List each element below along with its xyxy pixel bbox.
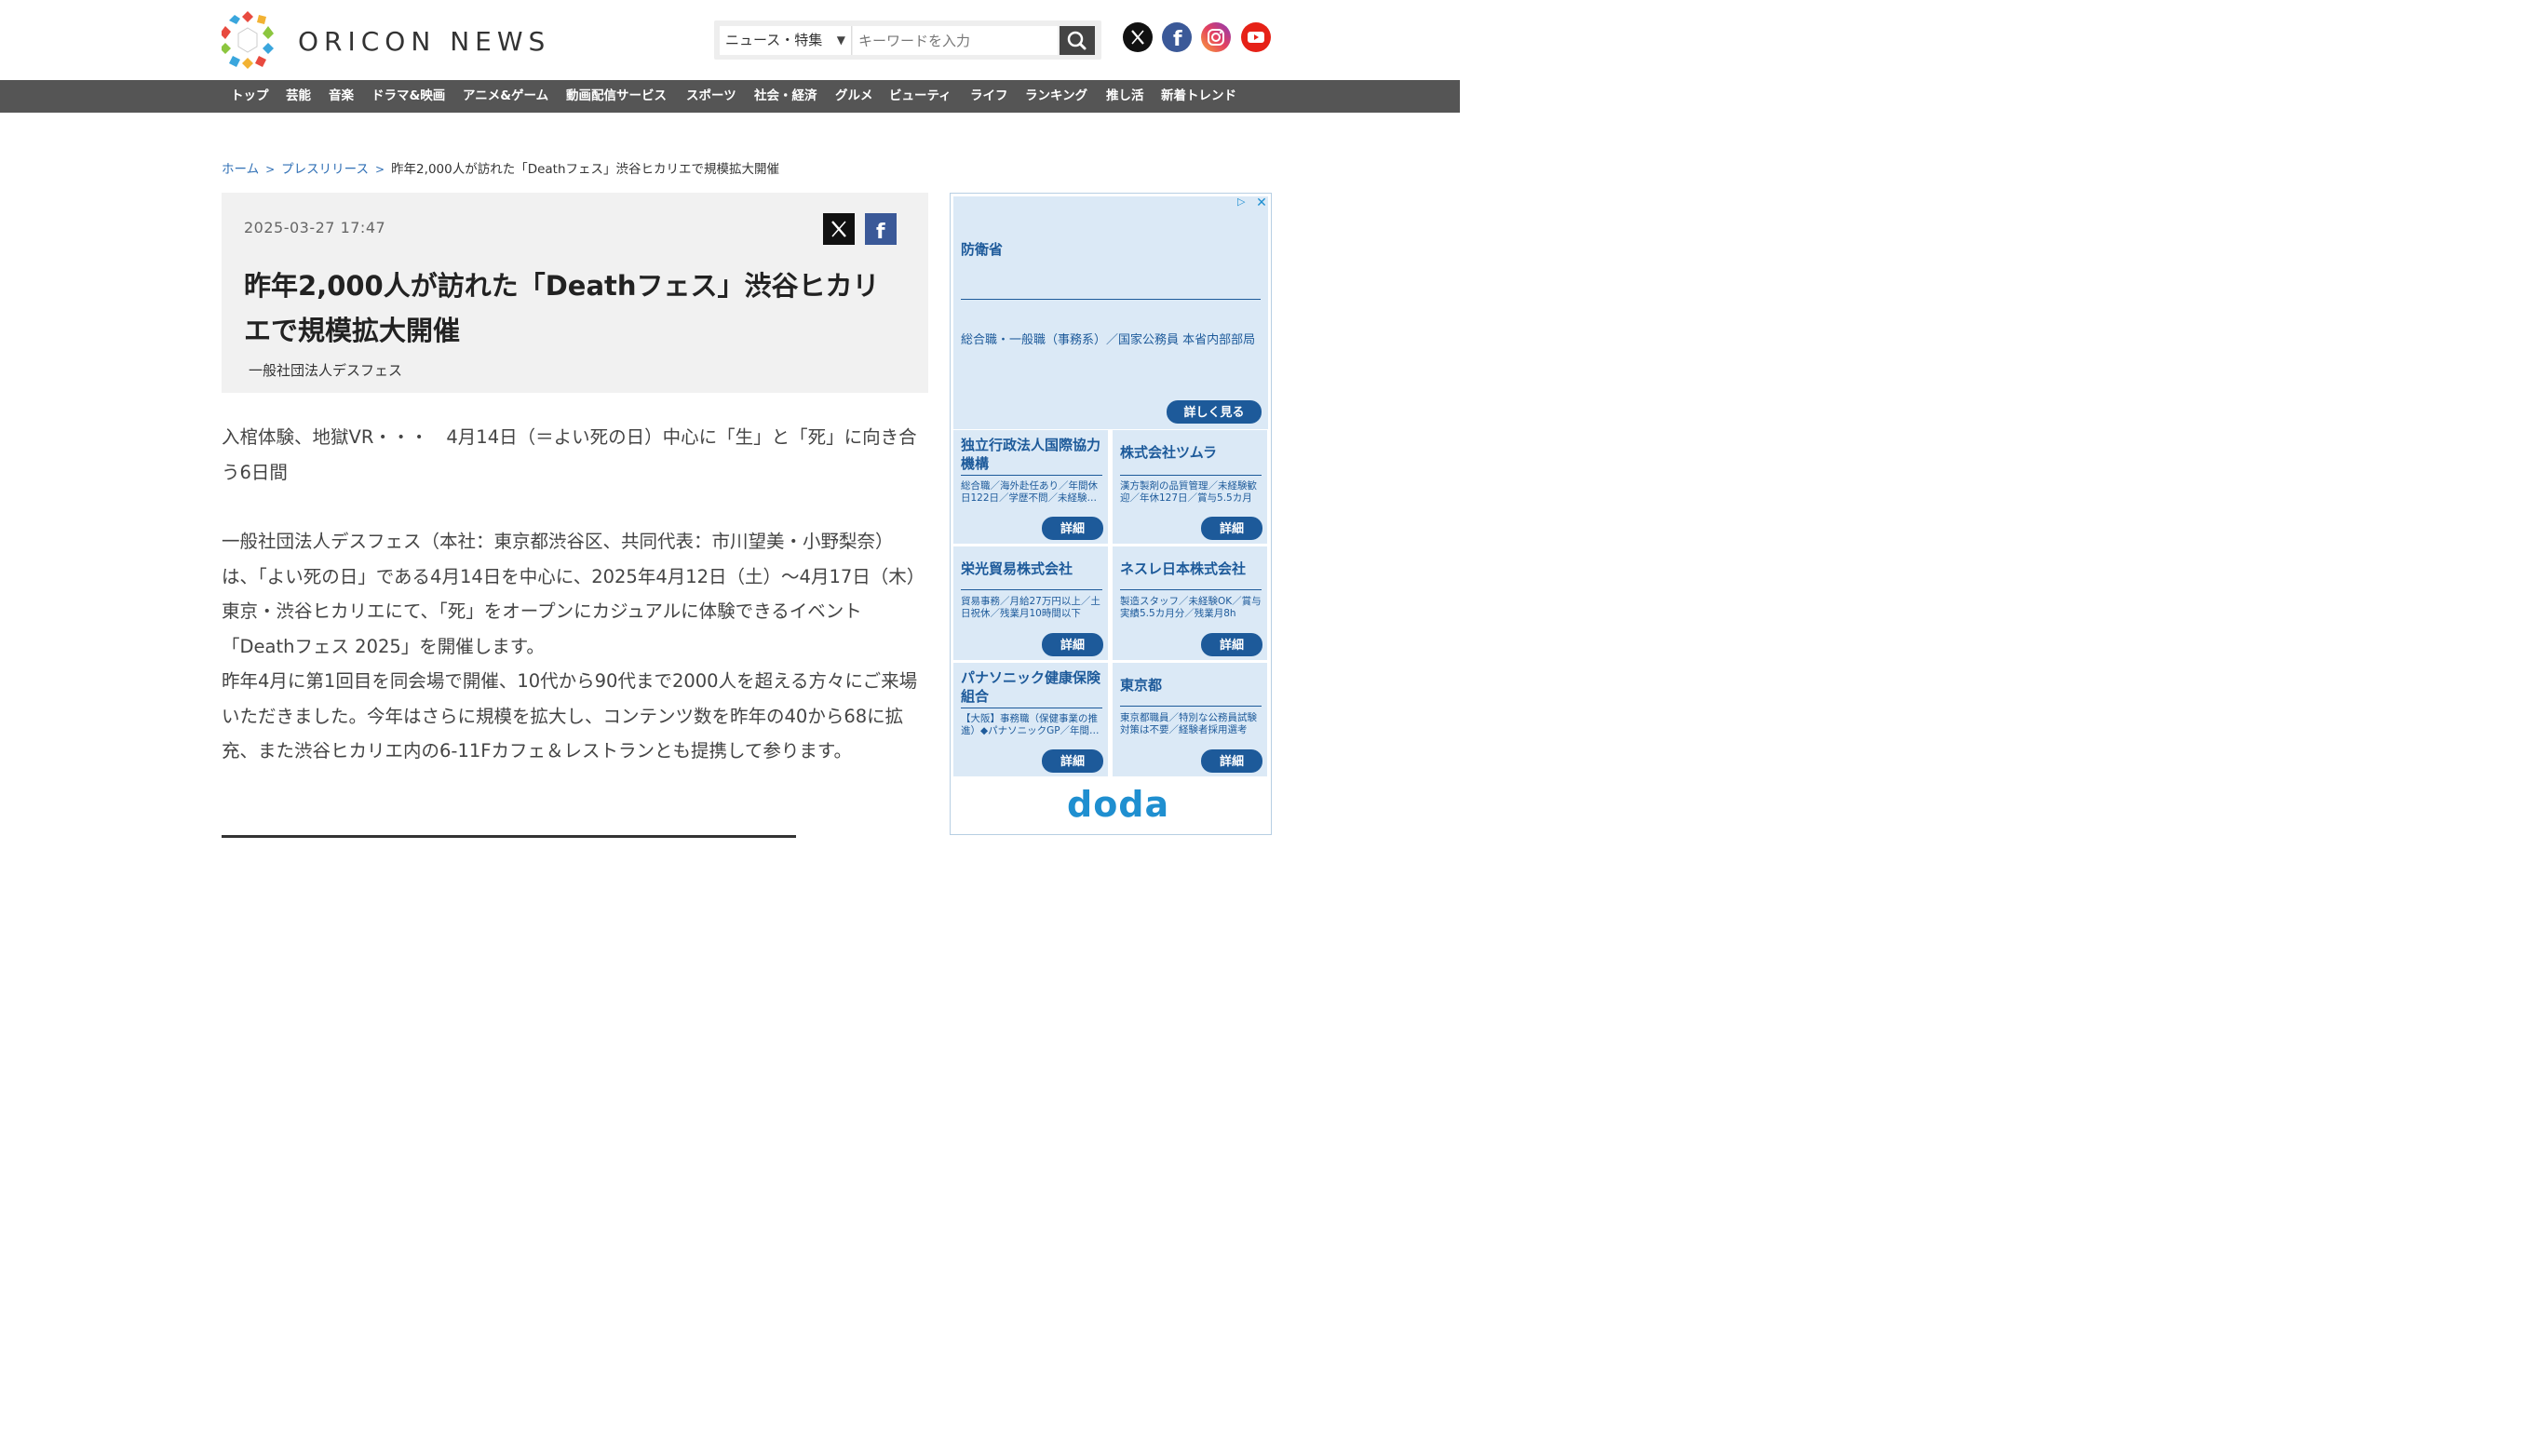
adchoices-icon[interactable]: ▷ bbox=[1237, 195, 1252, 209]
ad-job-desc: 東京都職員／特別な公務員試験対策は不要／経験者採用選考 bbox=[1120, 712, 1257, 735]
article-title: 昨年2,000人が訪れた「Deathフェス」渋谷ヒカリエで規模拡大開催 bbox=[244, 270, 880, 346]
ad-job-details-button[interactable]: 詳細 bbox=[1201, 517, 1262, 540]
divider bbox=[961, 299, 1261, 300]
ad-job-company: 栄光貿易株式会社 bbox=[961, 560, 1073, 577]
share-x-button[interactable] bbox=[823, 213, 855, 245]
nav-item-top[interactable]: トップ bbox=[231, 80, 269, 113]
breadcrumb-press-release-link[interactable]: プレスリリース bbox=[281, 162, 369, 177]
close-icon[interactable]: ✕ bbox=[1254, 195, 1269, 210]
search-icon bbox=[1067, 31, 1087, 50]
ad-footer[interactable]: doda bbox=[953, 778, 1268, 834]
breadcrumb-home-link[interactable]: ホーム bbox=[222, 162, 259, 177]
ad-featured-job[interactable]: 防衛省 総合職・一般職（事務系）／国家公務員 本省内部部局 詳しく見る bbox=[953, 196, 1268, 429]
facebook-icon: f bbox=[876, 221, 885, 244]
search-input[interactable] bbox=[853, 26, 1058, 55]
ad-job-cell[interactable]: 株式会社ツムラ 漢方製剤の品質管理／未経験歓迎／年休127日／賞与5.5カ月 詳… bbox=[1113, 430, 1267, 544]
ad-job-cell[interactable]: 栄光貿易株式会社 貿易事務／月給27万円以上／土日祝休／残業月10時間以下 詳細 bbox=[953, 546, 1108, 660]
svg-text:f: f bbox=[1173, 28, 1182, 51]
main-nav: トップ 芸能 音楽 ドラマ&映画 アニメ&ゲーム 動画配信サービス スポーツ 社… bbox=[0, 80, 1460, 113]
ad-job-details-button[interactable]: 詳細 bbox=[1042, 749, 1103, 773]
ad-job-company: 株式会社ツムラ bbox=[1120, 444, 1217, 461]
ad-job-desc: 製造スタッフ／未経験OK／賞与実績5.5カ月分／残業月8h bbox=[1120, 596, 1262, 619]
x-icon bbox=[1131, 30, 1144, 45]
ad-job-cell[interactable]: ネスレ日本株式会社 製造スタッフ／未経験OK／賞与実績5.5カ月分／残業月8h … bbox=[1113, 546, 1267, 660]
article-paragraph: 昨年4月に第1回目を同会場で開催、10代から90代まで2000人を超える方々にご… bbox=[222, 670, 918, 762]
ad-job-cell[interactable]: 独立行政法人国際協力機構 総合職／海外赴任あり／年間休日122日／学歴不問／未経… bbox=[953, 430, 1108, 544]
divider bbox=[1120, 706, 1262, 707]
nav-item-sports[interactable]: スポーツ bbox=[686, 80, 736, 113]
instagram-social-link[interactable] bbox=[1201, 22, 1231, 52]
ad-job-company: パナソニック健康保険組合 bbox=[961, 669, 1101, 705]
doda-logo[interactable]: doda bbox=[1067, 784, 1169, 825]
ad-job-desc: 貿易事務／月給27万円以上／土日祝休／残業月10時間以下 bbox=[961, 596, 1100, 619]
divider bbox=[961, 475, 1102, 476]
divider bbox=[1120, 475, 1262, 476]
article-header: 2025-03-27 17:47 f 昨年2,000人が訪れた「Deathフェス… bbox=[222, 193, 928, 393]
job-ad-banner[interactable]: 防衛省 総合職・一般職（事務系）／国家公務員 本省内部部局 詳しく見る ▷ ✕ … bbox=[950, 193, 1272, 835]
ad-job-details-button[interactable]: 詳細 bbox=[1201, 633, 1262, 656]
brand-name[interactable]: ORICON NEWS bbox=[298, 26, 550, 57]
svg-text:f: f bbox=[876, 221, 885, 244]
article-date: 2025-03-27 17:47 bbox=[244, 219, 386, 236]
search-button[interactable] bbox=[1060, 26, 1095, 55]
facebook-icon: f bbox=[1173, 28, 1182, 51]
nav-item-music[interactable]: 音楽 bbox=[329, 80, 354, 113]
nav-item-new-trends[interactable]: 新着トレンド bbox=[1161, 80, 1236, 113]
nav-item-gourmet[interactable]: グルメ bbox=[835, 80, 873, 113]
chevron-down-icon: ▼ bbox=[836, 34, 845, 47]
search-category-label: ニュース・特集 bbox=[725, 32, 823, 48]
ad-job-details-button[interactable]: 詳細 bbox=[1042, 517, 1103, 540]
nav-item-ranking[interactable]: ランキング bbox=[1025, 80, 1087, 113]
youtube-icon bbox=[1248, 32, 1264, 43]
x-social-link[interactable] bbox=[1123, 22, 1153, 52]
divider bbox=[1120, 589, 1262, 590]
ad-job-details-button[interactable]: 詳細 bbox=[1042, 633, 1103, 656]
nav-item-drama-movie[interactable]: ドラマ&映画 bbox=[371, 80, 445, 113]
nav-item-society-economy[interactable]: 社会・経済 bbox=[754, 80, 817, 113]
nav-item-oshikatsu[interactable]: 推し活 bbox=[1106, 80, 1144, 113]
breadcrumb: ホーム > プレスリリース > 昨年2,000人が訪れた「Deathフェス」渋谷ヒカリエ… bbox=[222, 158, 779, 177]
nav-item-beauty[interactable]: ビューティ bbox=[889, 80, 952, 113]
facebook-social-link[interactable]: f bbox=[1162, 22, 1192, 52]
article-image bbox=[222, 835, 796, 838]
article-lead: 入棺体験、地獄VR・・・ 4月14日（＝よい死の日）中心に「生」と「死」に向き合… bbox=[222, 426, 917, 483]
share-facebook-button[interactable]: f bbox=[865, 213, 897, 245]
ad-job-company: 独立行政法人国際協力機構 bbox=[961, 437, 1101, 472]
nav-item-life[interactable]: ライフ bbox=[970, 80, 1008, 113]
ad-featured-company: 防衛省 bbox=[961, 241, 1004, 258]
oricon-logo-icon[interactable] bbox=[222, 11, 274, 69]
site-header: ORICON NEWS ニュース・特集 ▼ f bbox=[0, 0, 1460, 80]
instagram-icon bbox=[1208, 29, 1224, 46]
ad-job-desc: 漢方製剤の品質管理／未経験歓迎／年休127日／賞与5.5カ月 bbox=[1120, 480, 1257, 504]
search-category-select[interactable]: ニュース・特集 ▼ bbox=[720, 26, 852, 55]
ad-job-details-button[interactable]: 詳細 bbox=[1201, 749, 1262, 773]
ad-job-cell[interactable]: 東京都 東京都職員／特別な公務員試験対策は不要／経験者採用選考 詳細 bbox=[1113, 663, 1267, 776]
chevron-right-icon: > bbox=[375, 163, 385, 176]
youtube-social-link[interactable] bbox=[1241, 22, 1271, 52]
nav-item-streaming[interactable]: 動画配信サービス bbox=[566, 80, 667, 113]
article-author[interactable]: 一般社団法人デスフェス bbox=[249, 360, 402, 380]
article-paragraph: 一般社団法人デスフェス（本社：東京都渋谷区、共同代表：市川望美・小野梨奈）は、「… bbox=[222, 531, 925, 657]
chevron-right-icon: > bbox=[265, 163, 276, 176]
breadcrumb-current: 昨年2,000人が訪れた「Deathフェス」渋谷ヒカリエで規模拡大開催 bbox=[391, 162, 780, 177]
search-bar: ニュース・特集 ▼ bbox=[714, 20, 1101, 60]
article-body: 入棺体験、地獄VR・・・ 4月14日（＝よい死の日）中心に「生」と「死」に向き合… bbox=[222, 420, 929, 769]
divider bbox=[961, 589, 1102, 590]
ad-job-cell[interactable]: パナソニック健康保険組合 【大阪】事務職（保健事業の推進）◆パナソニックGP／年… bbox=[953, 663, 1108, 776]
ad-job-company: 東京都 bbox=[1120, 677, 1163, 694]
ad-job-company: ネスレ日本株式会社 bbox=[1120, 560, 1247, 577]
nav-item-entertainment[interactable]: 芸能 bbox=[286, 80, 311, 113]
x-icon bbox=[831, 221, 846, 237]
ad-featured-details-button[interactable]: 詳しく見る bbox=[1167, 400, 1262, 424]
ad-job-desc: 【大阪】事務職（保健事業の推進）◆パナソニックGP／年間… bbox=[961, 713, 1100, 736]
nav-item-anime-game[interactable]: アニメ&ゲーム bbox=[463, 80, 548, 113]
ad-featured-desc: 総合職・一般職（事務系）／国家公務員 本省内部部局 bbox=[961, 333, 1256, 347]
ad-job-desc: 総合職／海外赴任あり／年間休日122日／学歴不問／未経験… bbox=[961, 480, 1098, 504]
